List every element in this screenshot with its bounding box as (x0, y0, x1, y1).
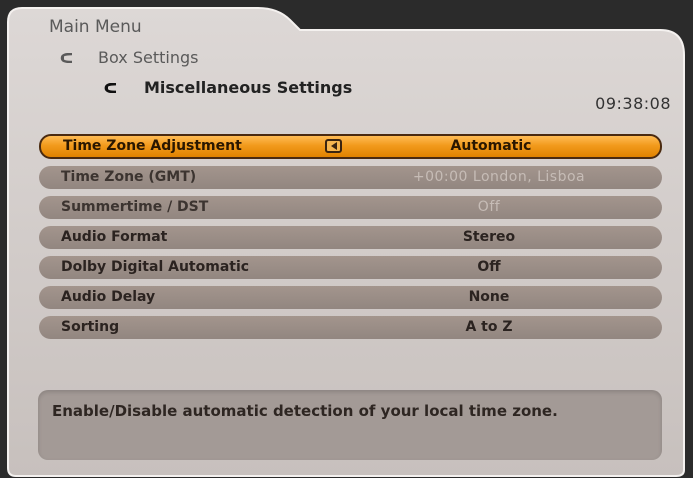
menu-row-label: Summertime / DST (61, 199, 209, 215)
menu-row-dolby-digital-automatic[interactable]: Dolby Digital Automatic Off (39, 256, 662, 279)
breadcrumb-main-menu: Main Menu (49, 17, 142, 37)
breadcrumb-misc-settings-label: Miscellaneous Settings (144, 78, 353, 97)
breadcrumb-box-settings: Box Settings (60, 48, 198, 67)
help-text: Enable/Disable automatic detection of yo… (52, 402, 558, 420)
menu-row-value: None (468, 289, 510, 305)
breadcrumb-misc-settings: Miscellaneous Settings (104, 78, 352, 97)
return-arrow-icon (60, 52, 74, 63)
menu-row-label: Audio Format (61, 229, 168, 245)
menu-row-summertime-dst[interactable]: Summertime / DST Off (39, 196, 662, 219)
menu-row-value: +00:00 London, Lisboa (412, 169, 586, 185)
menu-row-value: Automatic (450, 138, 532, 154)
menu-row-audio-delay[interactable]: Audio Delay None (39, 286, 662, 309)
menu-row-value: Stereo (462, 229, 516, 245)
menu-row-label: Dolby Digital Automatic (61, 259, 250, 275)
settings-menu: Time Zone Adjustment Automatic Time Zone… (39, 134, 662, 346)
menu-row-value: Off (477, 199, 501, 215)
left-arrow-icon[interactable] (325, 139, 342, 153)
menu-row-label: Audio Delay (61, 289, 156, 305)
menu-row-label: Sorting (61, 319, 120, 335)
menu-row-label: Time Zone Adjustment (63, 138, 242, 154)
menu-row-time-zone-adjustment[interactable]: Time Zone Adjustment Automatic (39, 134, 662, 159)
menu-row-audio-format[interactable]: Audio Format Stereo (39, 226, 662, 249)
clock: 09:38:08 (595, 94, 671, 113)
menu-row-label: Time Zone (GMT) (61, 169, 197, 185)
menu-row-sorting[interactable]: Sorting A to Z (39, 316, 662, 339)
breadcrumb-box-settings-label: Box Settings (98, 48, 199, 67)
menu-row-time-zone-gmt[interactable]: Time Zone (GMT) +00:00 London, Lisboa (39, 166, 662, 189)
menu-row-value: Off (477, 259, 501, 275)
return-arrow-icon (104, 82, 118, 93)
help-box: Enable/Disable automatic detection of yo… (38, 390, 662, 460)
menu-row-value: A to Z (465, 319, 513, 335)
